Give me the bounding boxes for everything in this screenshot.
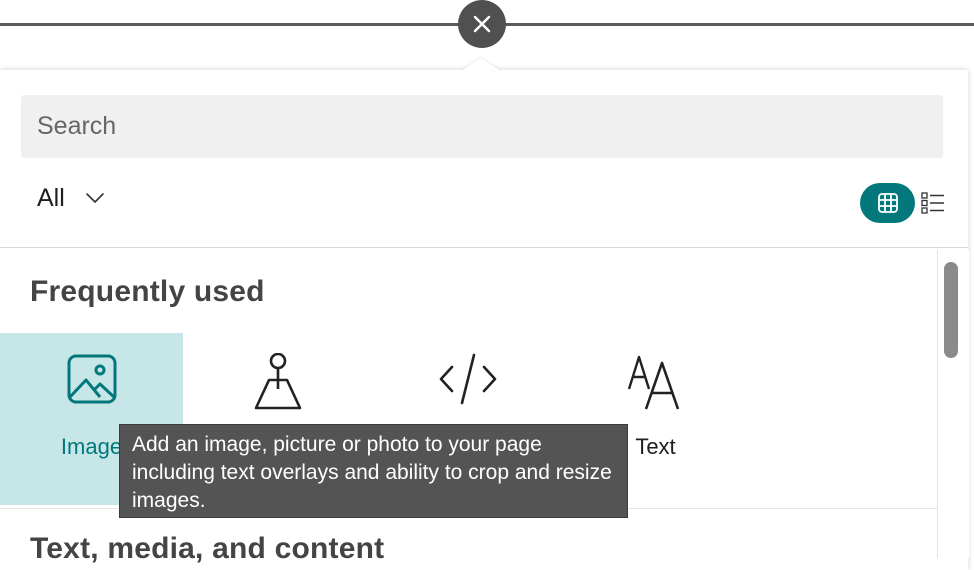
map-pin-icon [186,353,369,413]
filter-label: All [37,183,65,212]
close-icon [473,15,491,33]
section-heading-frequently-used: Frequently used [30,275,265,308]
grid-icon [877,193,898,213]
text-font-icon [564,353,747,413]
image-tooltip: Add an image, picture or photo to your p… [119,424,628,518]
search-input[interactable] [21,95,943,158]
category-filter-dropdown[interactable]: All [37,180,105,216]
grid-view-toggle[interactable] [860,183,915,223]
image-icon [0,353,183,413]
close-button[interactable] [458,0,506,48]
header-divider [0,247,968,248]
section-heading-text-media-content: Text, media, and content [30,532,385,565]
code-embed-icon [376,353,559,413]
scrollbar-thumb[interactable] [944,262,958,358]
chevron-down-icon [85,192,105,204]
panel-caret [461,58,501,71]
list-icon [921,192,944,214]
list-view-toggle[interactable] [920,190,946,216]
